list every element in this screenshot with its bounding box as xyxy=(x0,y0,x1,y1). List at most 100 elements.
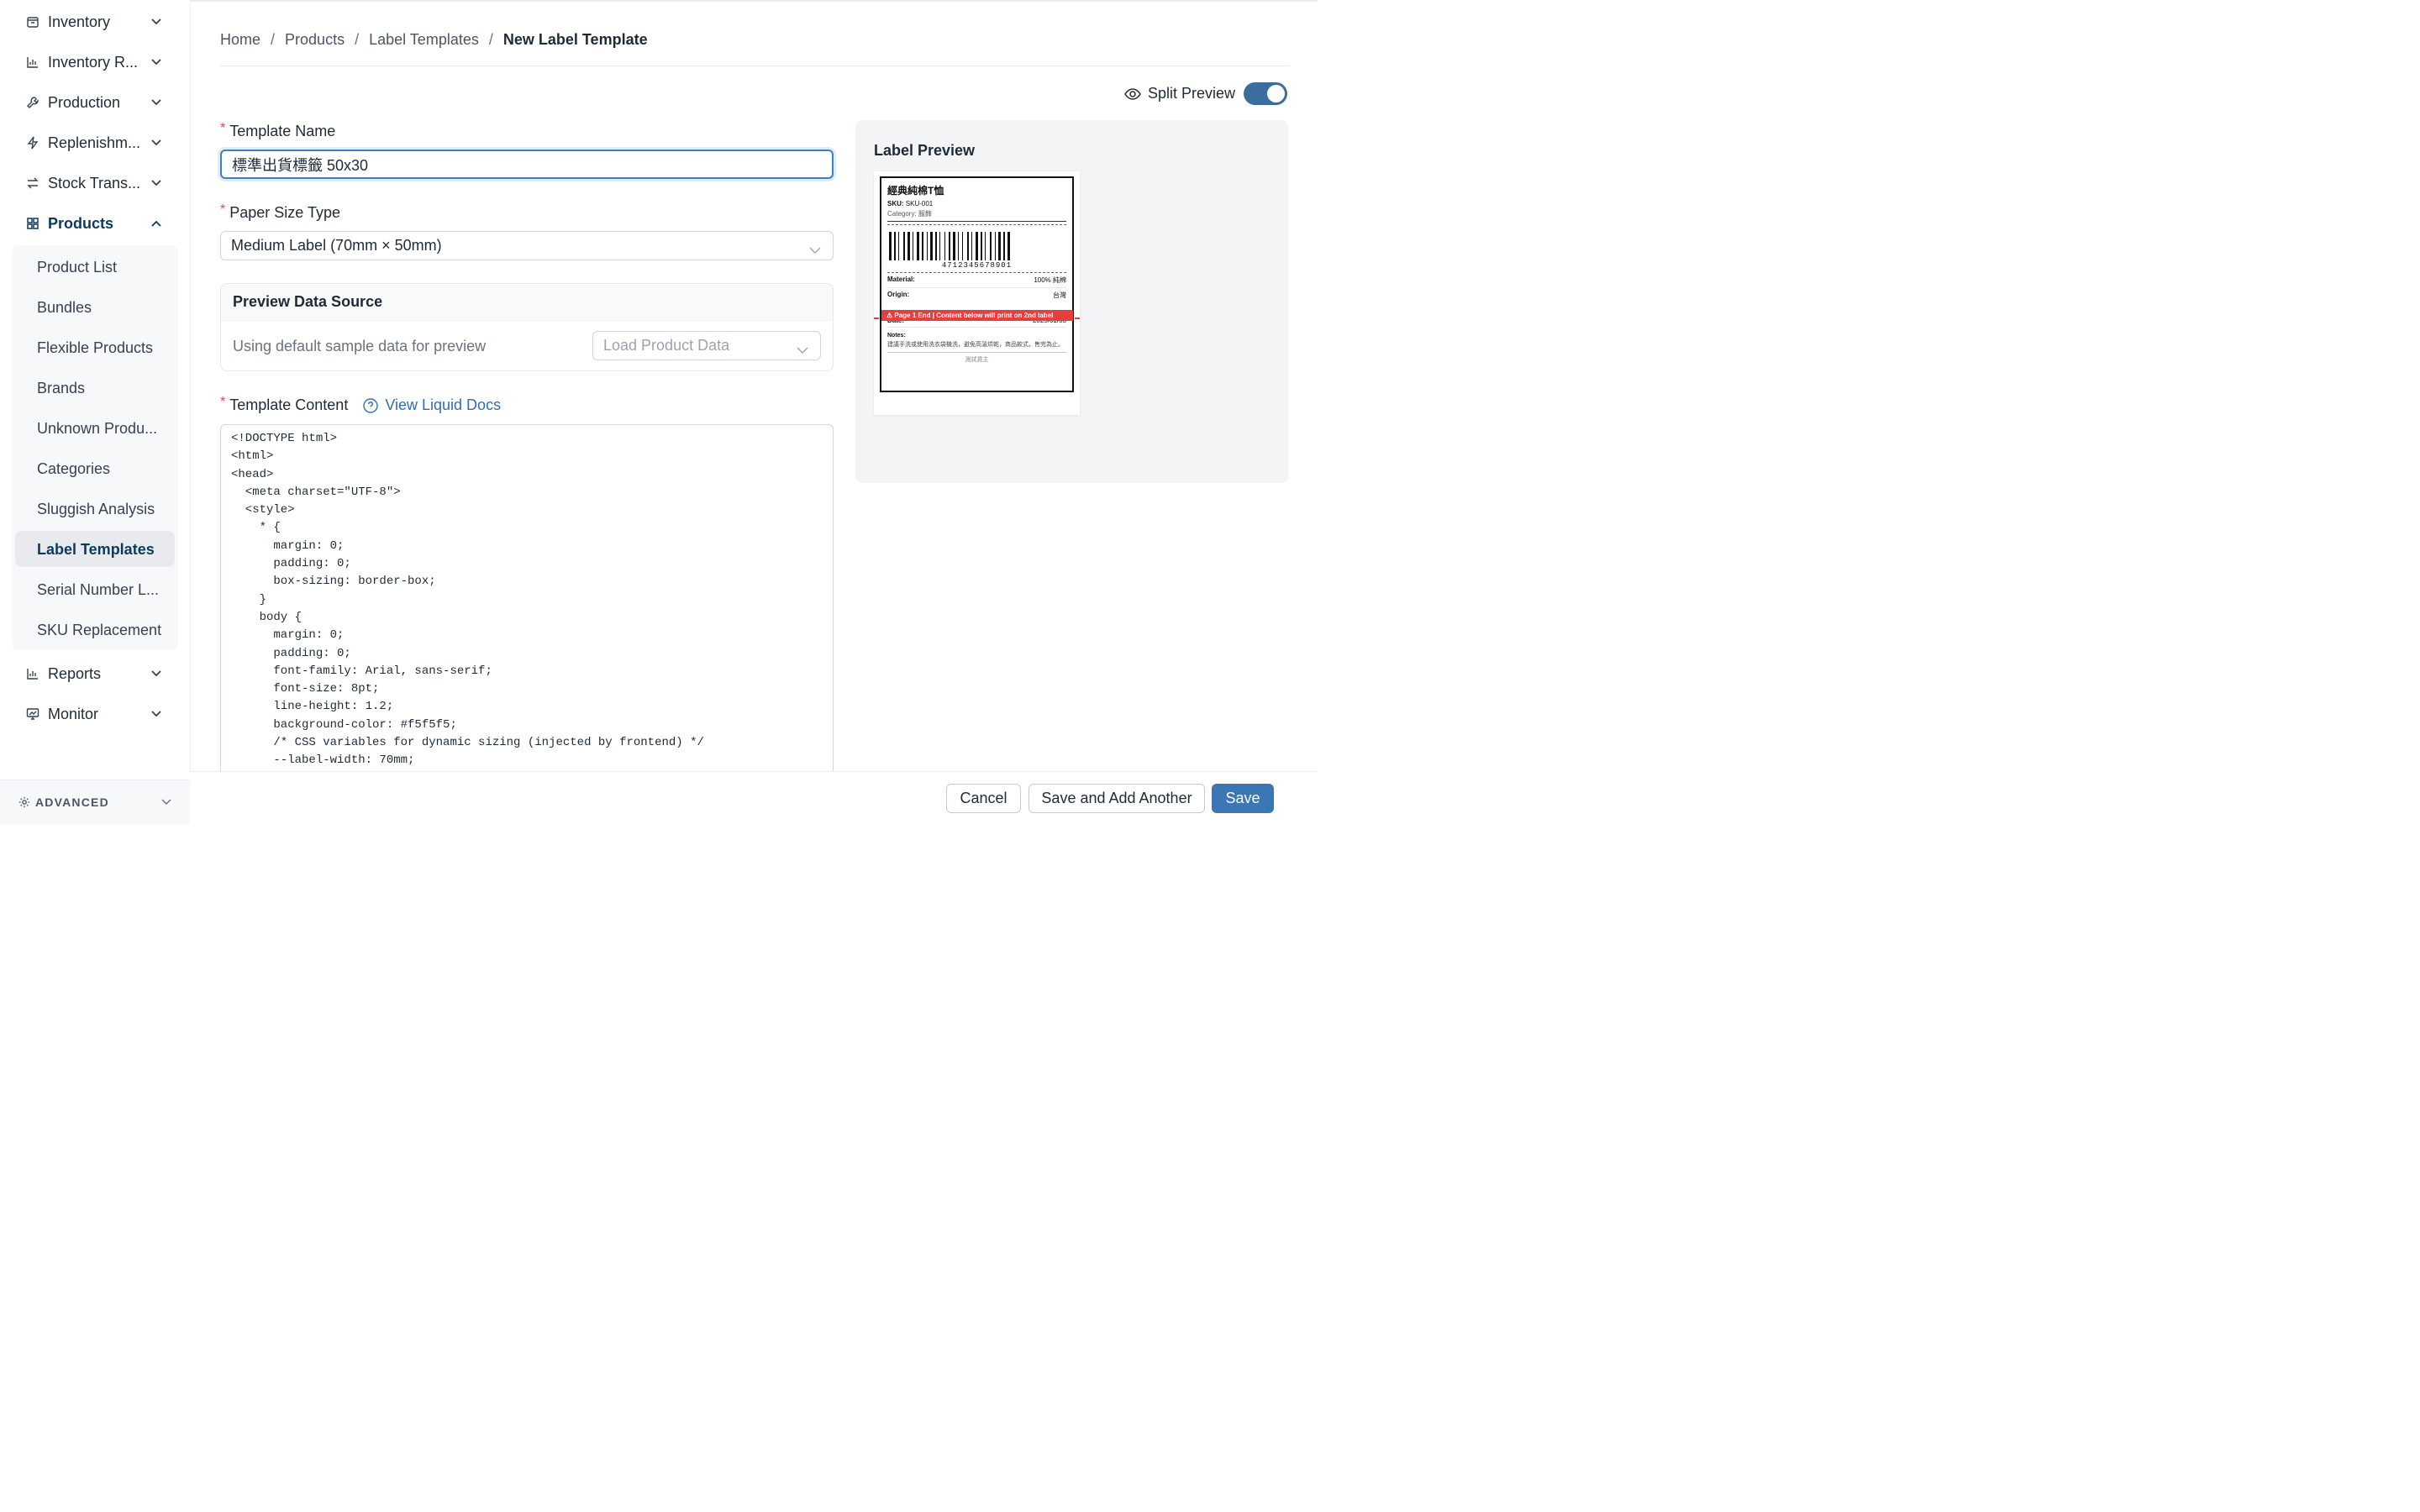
submenu-item-flexible-products[interactable]: Flexible Products xyxy=(37,339,153,357)
submenu-item-product-list[interactable]: Product List xyxy=(37,259,117,276)
sidebar-item-label: Inventory R... xyxy=(48,53,139,71)
view-liquid-docs-text: View Liquid Docs xyxy=(385,396,502,413)
label-dashed-divider xyxy=(887,224,1066,225)
split-preview-label: Split Preview xyxy=(1147,85,1235,102)
sidebar-item-inventory[interactable]: Inventory xyxy=(25,7,165,37)
label-category: Category: 服飾 xyxy=(887,210,932,218)
sidebar-item-label: Stock Trans... xyxy=(48,174,141,192)
barcode-bar xyxy=(967,232,969,260)
breadcrumb-separator: / xyxy=(488,31,493,48)
sidebar-item-production[interactable]: Production xyxy=(25,87,165,118)
page-break-banner: ⚠ Page 1 End | Content below will print … xyxy=(881,310,1073,321)
barcode-bar xyxy=(1003,232,1005,260)
sidebar-item-label: Replenishm... xyxy=(48,134,141,151)
barcode-bar xyxy=(917,232,919,260)
lightning-icon xyxy=(25,135,40,150)
barcode-bar xyxy=(939,232,940,260)
barcode-bar xyxy=(903,232,905,260)
submenu-item-unknown-products[interactable]: Unknown Produ... xyxy=(37,420,157,438)
barcode-bar xyxy=(894,232,896,260)
chevron-down-icon xyxy=(151,138,161,148)
sidebar-item-label: Reports xyxy=(48,664,102,682)
label-divider xyxy=(887,221,1066,222)
save-button[interactable]: Save xyxy=(1212,784,1274,813)
submenu-item-serial-number[interactable]: Serial Number L... xyxy=(37,581,159,599)
template-content-code: <!DOCTYPE html> <html> <head> <meta char… xyxy=(231,432,704,785)
gear-icon xyxy=(18,796,30,808)
label-notes-key: Notes: xyxy=(887,333,906,339)
chevron-down-icon xyxy=(797,341,808,359)
cancel-button[interactable]: Cancel xyxy=(946,784,1021,813)
row-value: 100% 純棉 xyxy=(1034,276,1066,284)
load-product-placeholder: Load Product Data xyxy=(603,337,730,354)
view-liquid-docs-link[interactable]: View Liquid Docs xyxy=(363,396,501,414)
required-asterisk: * xyxy=(220,120,226,135)
breadcrumb-home[interactable]: Home xyxy=(220,31,260,49)
barcode-number: 4712345678901 xyxy=(941,261,1013,270)
save-and-add-another-button[interactable]: Save and Add Another xyxy=(1028,784,1205,813)
submenu-item-label-templates[interactable]: Label Templates xyxy=(37,541,155,559)
label-preview-panel: Label Preview 經典純棉T恤 SKU: SKU-001 Catego… xyxy=(855,120,1288,483)
submenu-item-sku-replacement[interactable]: SKU Replacement xyxy=(37,622,161,639)
submenu-item-brands[interactable]: Brands xyxy=(37,380,85,397)
chevron-down-icon xyxy=(151,669,161,679)
row-value: 台灣 xyxy=(1053,291,1066,299)
barcode-bar xyxy=(1007,232,1010,260)
sidebar-item-monitor[interactable]: Monitor xyxy=(25,699,165,729)
template-name-input[interactable]: 標準出貨標籤 50x30 xyxy=(220,150,834,179)
template-name-label-text: Template Name xyxy=(229,123,336,139)
chevron-down-icon xyxy=(151,709,161,719)
paper-size-label: * Paper Size Type xyxy=(220,202,340,222)
label-paper: 經典純棉T恤 SKU: SKU-001 Category: 服飾 4712345… xyxy=(874,171,1080,415)
split-preview-control: Split Preview xyxy=(1124,82,1287,105)
sidebar-item-stock-transfer[interactable]: Stock Trans... xyxy=(25,168,165,198)
barcode-bar xyxy=(976,232,978,260)
transfer-icon xyxy=(25,176,40,191)
box-icon xyxy=(25,14,40,29)
label-sku-key: SKU: xyxy=(887,200,904,207)
bar-chart-icon xyxy=(25,55,40,70)
sidebar-item-replenishment[interactable]: Replenishm... xyxy=(25,128,165,158)
label-row-origin: Origin: 台灣 xyxy=(887,288,1066,302)
preview-data-source-card: Preview Data Source Using default sample… xyxy=(220,283,834,371)
grid-icon xyxy=(25,216,40,231)
sidebar-item-reports[interactable]: Reports xyxy=(25,659,165,689)
advanced-label: ADVANCED xyxy=(35,795,109,809)
submenu-item-bundles[interactable]: Bundles xyxy=(37,299,92,317)
label-signature: 測試貨主 xyxy=(887,352,1066,364)
paper-size-select[interactable]: Medium Label (70mm × 50mm) xyxy=(220,231,834,260)
template-content-editor[interactable]: <!DOCTYPE html> <html> <head> <meta char… xyxy=(220,424,834,785)
chevron-down-icon xyxy=(809,241,821,259)
monitor-icon xyxy=(25,706,40,722)
chevron-down-icon xyxy=(151,97,161,108)
breadcrumb-products[interactable]: Products xyxy=(285,31,345,49)
barcode-bar xyxy=(935,232,937,260)
barcode-bar xyxy=(953,232,955,260)
advanced-section-toggle[interactable]: ADVANCED xyxy=(0,780,190,824)
load-product-data-select[interactable]: Load Product Data xyxy=(592,331,821,360)
barcode-bar xyxy=(898,232,899,260)
sidebar-item-inventory-reports[interactable]: Inventory R... xyxy=(25,47,165,77)
submenu-item-sluggish-analysis[interactable]: Sluggish Analysis xyxy=(37,501,155,518)
page-break-indicator: ⚠ Page 1 End | Content below will print … xyxy=(874,309,1080,321)
split-preview-toggle[interactable] xyxy=(1244,82,1287,105)
breadcrumb-separator: / xyxy=(355,31,360,48)
preview-data-source-hint: Using default sample data for preview xyxy=(233,338,487,354)
barcode-bar xyxy=(998,232,1001,260)
breadcrumb: Home / Products / Label Templates / New … xyxy=(220,31,648,49)
label-sku: SKU: SKU-001 xyxy=(887,200,1066,207)
sidebar-item-products[interactable]: Products xyxy=(25,208,165,239)
chevron-up-icon xyxy=(151,218,161,228)
sidebar-item-label: Inventory xyxy=(48,13,111,30)
preview-data-source-title: Preview Data Source xyxy=(221,284,833,321)
breadcrumb-label-templates[interactable]: Label Templates xyxy=(369,31,479,49)
barcode-bar xyxy=(908,232,910,260)
required-asterisk: * xyxy=(220,202,226,217)
row-key: Origin: xyxy=(887,291,910,298)
barcode-bar xyxy=(944,232,945,260)
question-circle-icon xyxy=(363,397,379,413)
submenu-item-categories[interactable]: Categories xyxy=(37,460,110,478)
top-shadow xyxy=(190,0,1318,3)
barcode-bar xyxy=(995,232,996,260)
barcode-bar xyxy=(962,232,963,260)
